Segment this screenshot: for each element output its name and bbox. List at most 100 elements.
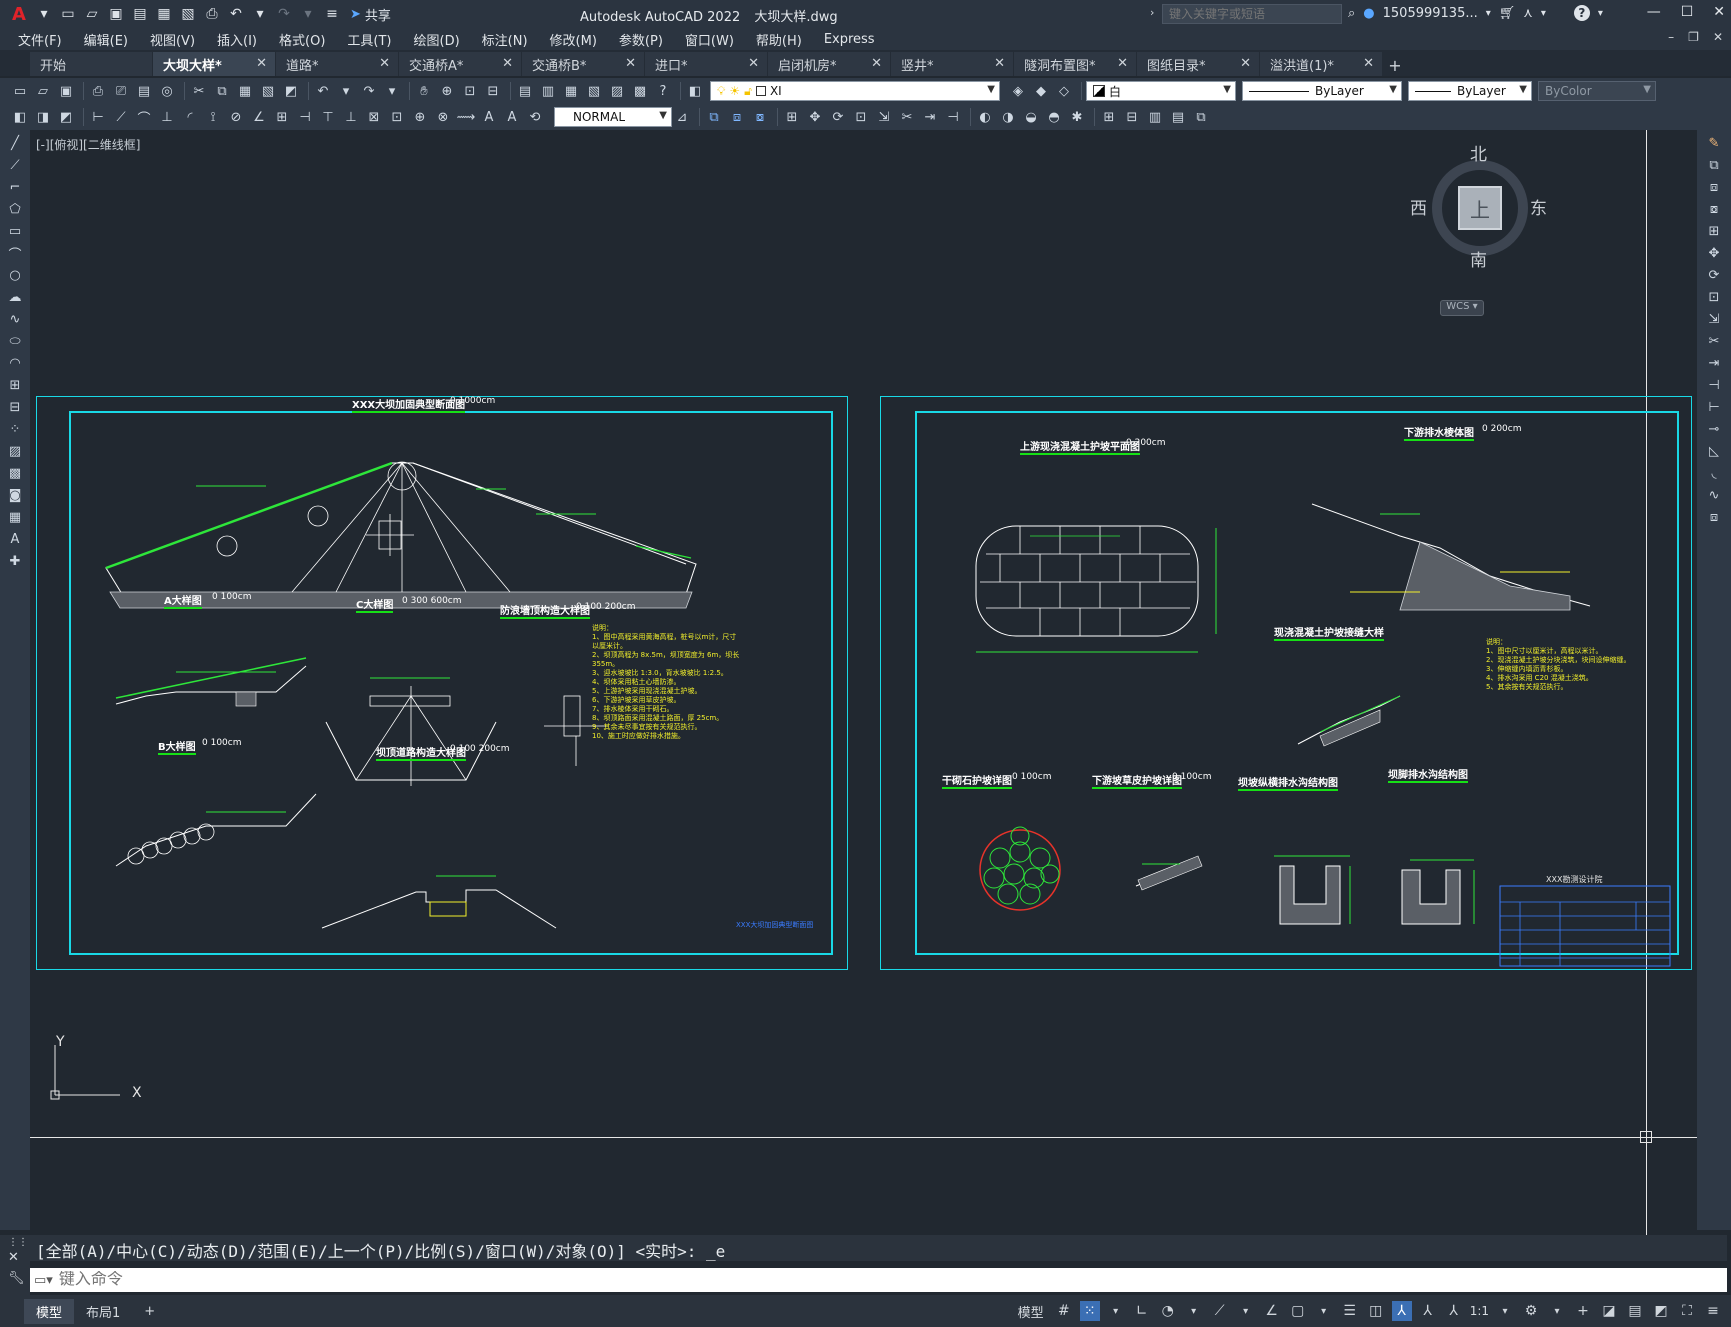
ortho-icon[interactable]: ∟ [1132, 1301, 1152, 1321]
help-dropdown-icon[interactable]: ▾ [1598, 8, 1603, 19]
menu-format[interactable]: 格式(O) [279, 30, 325, 49]
tab-road[interactable]: 道路* ✕ [276, 52, 398, 76]
tab-close-icon[interactable]: ✕ [994, 56, 1005, 71]
aligned-dimension-icon[interactable]: ⟋ [111, 107, 131, 127]
trim-icon[interactable]: ✂ [897, 107, 917, 127]
construction-line-icon[interactable]: ⟋ [5, 156, 25, 174]
explode-icon[interactable]: ✱ [1067, 107, 1087, 127]
paste-icon[interactable]: ▦ [235, 81, 255, 101]
make-block-icon[interactable]: ⊟ [1122, 107, 1142, 127]
command-customize-icon[interactable]: 🔧︎ [0, 1265, 30, 1292]
region-icon[interactable]: ◙ [5, 486, 25, 504]
rectangle-icon[interactable]: ▭ [5, 222, 25, 240]
tab-hoist-house[interactable]: 启闭机房* ✕ [768, 52, 890, 76]
spline-icon[interactable]: ∿ [5, 310, 25, 328]
open-file-icon[interactable]: ▱ [82, 5, 102, 23]
customization-icon[interactable]: ≡ [1703, 1301, 1723, 1321]
tab-shaft[interactable]: 竖井* ✕ [891, 52, 1013, 76]
move-object-icon[interactable]: ✥ [1704, 244, 1724, 262]
add-layout-icon[interactable]: + [132, 1301, 167, 1322]
array-object-icon[interactable]: ⊞ [1704, 222, 1724, 240]
object-snap-tracking-icon[interactable]: ∠ [1262, 1301, 1282, 1321]
tab-close-icon[interactable]: ✕ [625, 56, 636, 71]
erase-icon[interactable]: ✎ [1704, 134, 1724, 152]
clean-screen-icon[interactable]: ⛶ [1677, 1301, 1697, 1321]
cart-icon[interactable]: 🛒︎ [1499, 6, 1516, 21]
annotation-autoscale-icon[interactable]: ⅄ [1418, 1301, 1438, 1321]
mirror-icon[interactable]: ⧈ [727, 107, 747, 127]
tab-close-icon[interactable]: ✕ [1363, 56, 1374, 71]
user-dropdown-icon[interactable]: ▾ [1486, 8, 1491, 19]
properties-icon[interactable]: ▤ [515, 81, 535, 101]
dimension-update-icon[interactable]: ⟲ [525, 107, 545, 127]
viewcube[interactable]: 上 北 南 西 东 [1410, 140, 1547, 290]
dimension-edit-icon[interactable]: A [479, 107, 499, 127]
zoom-realtime-icon[interactable]: ⊕ [437, 81, 457, 101]
polyline-icon[interactable]: ⌐ [5, 178, 25, 196]
sheet-set-icon[interactable]: ▧ [584, 81, 604, 101]
offset-icon[interactable]: ⧇ [750, 107, 770, 127]
radius-icon[interactable]: ◜ [180, 107, 200, 127]
dimension-text-edit-icon[interactable]: A [502, 107, 522, 127]
break-icon[interactable]: ⊠ [364, 107, 384, 127]
app-menu-chevron-icon[interactable]: ▾ [34, 5, 54, 23]
ordinate-icon[interactable]: ⊥ [157, 107, 177, 127]
workspace-gear-icon[interactable]: ⚙ [1521, 1301, 1541, 1321]
layer-states-icon[interactable]: ◇ [1054, 81, 1074, 101]
blend-curves-icon[interactable]: ∿ [1704, 486, 1724, 504]
dimension-style-icon[interactable]: ⊿ [672, 107, 692, 127]
compass-west[interactable]: 西 [1410, 194, 1427, 219]
menu-modify[interactable]: 修改(M) [550, 30, 597, 49]
make-block-icon[interactable]: ⊟ [5, 398, 25, 416]
save-icon[interactable]: ▣ [56, 81, 76, 101]
drawing-canvas[interactable]: [-][俯视][二维线框] 上 北 南 西 东 WCS ▾ XXX大坝加固典型断… [30, 130, 1697, 1235]
tolerance-icon[interactable]: ⊡ [387, 107, 407, 127]
layer-previous-icon[interactable]: ◆ [1031, 81, 1051, 101]
menu-draw[interactable]: 绘图(D) [414, 30, 460, 49]
layer-on-icon[interactable]: 💡︎ [717, 84, 725, 99]
compass-east[interactable]: 东 [1530, 194, 1547, 219]
hatch-icon[interactable]: ▨ [5, 442, 25, 460]
linear-dimension-icon[interactable]: ⊢ [88, 107, 108, 127]
revision-cloud-icon[interactable]: ☁︎ [5, 288, 25, 306]
layer-tool-icon[interactable]: ◧ [10, 107, 30, 127]
insert-block-icon[interactable]: ⊞ [1099, 107, 1119, 127]
edit-attribute-icon[interactable]: ▤ [1168, 107, 1188, 127]
plot-icon[interactable]: ⎙ [88, 81, 108, 101]
3d-print-icon[interactable]: ◎ [157, 81, 177, 101]
table-icon[interactable]: ▦ [5, 508, 25, 526]
menu-window[interactable]: 窗口(W) [685, 30, 734, 49]
zoom-previous-icon[interactable]: ⊟ [483, 81, 503, 101]
block-editor-icon[interactable]: ◩ [281, 81, 301, 101]
open-icon[interactable]: ▱ [33, 81, 53, 101]
blend-icon[interactable]: ◓ [1044, 107, 1064, 127]
save-icon[interactable]: ▣ [106, 5, 126, 23]
polar-icon[interactable]: ◔ [1158, 1301, 1178, 1321]
quick-dimension-icon[interactable]: ⊞ [272, 107, 292, 127]
menu-view[interactable]: 视图(V) [150, 30, 195, 49]
compass-south[interactable]: 南 [1470, 246, 1487, 271]
snap-icon[interactable]: ⁙ [1079, 1301, 1100, 1321]
markup-icon[interactable]: ▨ [607, 81, 627, 101]
add-selected-icon[interactable]: ✚ [5, 552, 25, 570]
arc-length-icon[interactable]: ⌒ [134, 107, 154, 127]
tab-start[interactable]: 开始 [30, 52, 152, 76]
viewport-controls[interactable]: [-][俯视][二维线框] [36, 136, 140, 153]
calculator-icon[interactable]: ▩ [630, 81, 650, 101]
isodraft-dropdown-icon[interactable]: ▾ [1236, 1301, 1256, 1321]
tab-close-icon[interactable]: ✕ [748, 56, 759, 71]
maximize-icon[interactable]: ☐ [1681, 4, 1694, 20]
menu-insert[interactable]: 插入(I) [217, 30, 257, 49]
autodesk-app-icon[interactable]: ⋏ [1523, 6, 1533, 21]
customize-quick-access-icon[interactable]: ≡ [322, 5, 342, 23]
annotation-scale-value[interactable]: 1:1 [1470, 1304, 1489, 1318]
layer-select[interactable]: 💡︎ ☀ 🔓︎ XI ▼ [710, 81, 1000, 101]
match-properties-icon[interactable]: ▧ [258, 81, 278, 101]
annotation-scale-icon[interactable]: ⅄ [1444, 1301, 1464, 1321]
doc-restore-icon[interactable]: ❐ [1688, 30, 1699, 44]
command-line-grip-icon[interactable]: ⋮⋮ [0, 1235, 30, 1250]
menu-edit[interactable]: 编辑(E) [84, 30, 128, 49]
lineweight-icon[interactable]: ☰ [1340, 1301, 1360, 1321]
redo-icon[interactable]: ↷ [359, 81, 379, 101]
layer-lock-icon[interactable]: 🔓︎ [744, 84, 752, 99]
